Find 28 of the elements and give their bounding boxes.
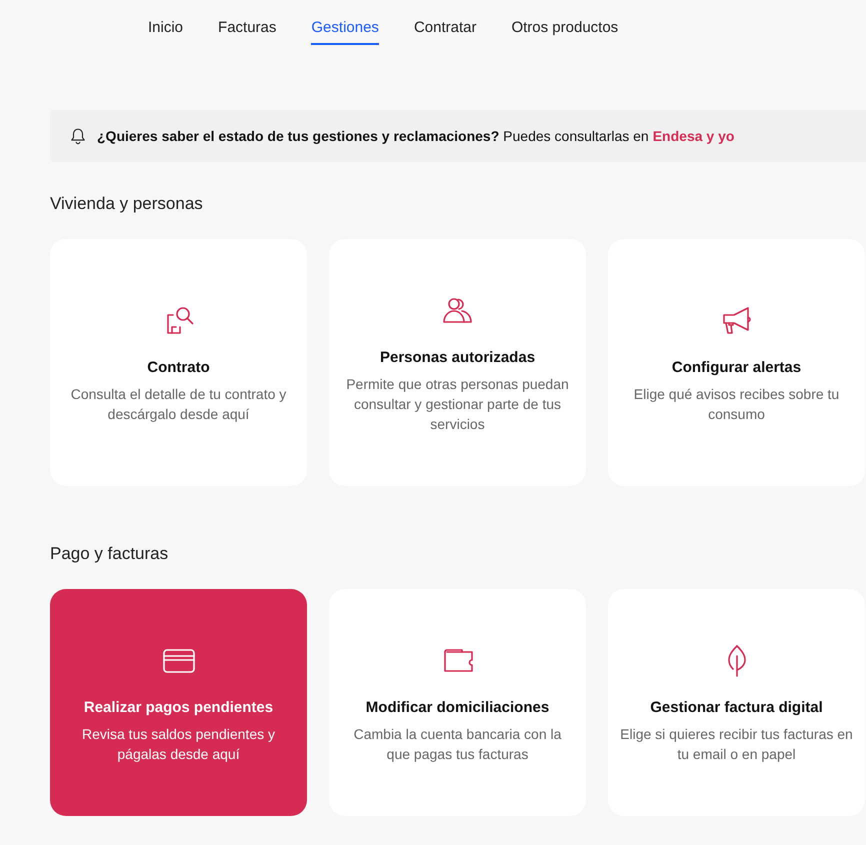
action-card[interactable]: Modificar domiciliaciones Cambia la cuenta bancaria con la que pagas tus facturas (329, 589, 586, 816)
notice-text: ¿Quieres saber el estado de tus gestiones y reclamaciones? Puedes consultarlas en (97, 128, 649, 144)
endesa-link[interactable]: Endesa y yo (652, 128, 734, 144)
nav-tab[interactable]: Facturas (218, 19, 276, 45)
card-title: Personas autorizadas (380, 349, 536, 366)
section-title: Vivienda y personas (50, 194, 204, 214)
card-title: Modificar domiciliaciones (366, 699, 550, 716)
card-title: Contrato (147, 359, 210, 376)
nav-tab[interactable]: Gestiones (311, 19, 379, 45)
action-card[interactable]: Contrato Consulta el detalle de tu contrato y descárgalo desde aquí (50, 239, 307, 486)
action-card[interactable]: Realizar pagos pendientes Revisa tus saldos pendientes y págalas desde aquí (50, 589, 307, 816)
card-description: Elige qué avisos recibes sobre tu consumo (632, 385, 840, 424)
card-description: Cambia la cuenta bancaria con la que pagas tus facturas (352, 725, 562, 764)
bell-icon (69, 127, 87, 145)
nav-tab[interactable]: Otros productos (511, 19, 618, 45)
card-title: Realizar pagos pendientes (84, 699, 274, 716)
card-description: Consulta el detalle de tu contrato y descárgalo desde aquí (70, 385, 288, 424)
action-card[interactable]: Gestionar factura digital Elige si quieres recibir tus facturas en tu email o en papel (608, 589, 865, 816)
nav-tab[interactable]: Contratar (414, 19, 476, 45)
nav-tab[interactable]: Inicio (148, 19, 184, 45)
section-title: Pago y facturas (50, 544, 170, 564)
action-card[interactable]: Personas autorizadas Permite que otras personas puedan consultar y gestionar parte de tus servicios (329, 239, 586, 486)
card-title: Configurar alertas (672, 359, 802, 376)
card-title: Gestionar factura digital (650, 699, 823, 716)
card-description: Permite que otras personas puedan consultar y gestionar parte de tus servicios (345, 375, 570, 434)
card-description: Revisa tus saldos pendientes y págalas desde aquí (81, 725, 276, 764)
card-description: Elige si quieres recibir tus facturas en tu email o en papel (620, 725, 853, 764)
action-card[interactable]: Configurar alertas Elige qué avisos recibes sobre tu consumo (608, 239, 865, 486)
